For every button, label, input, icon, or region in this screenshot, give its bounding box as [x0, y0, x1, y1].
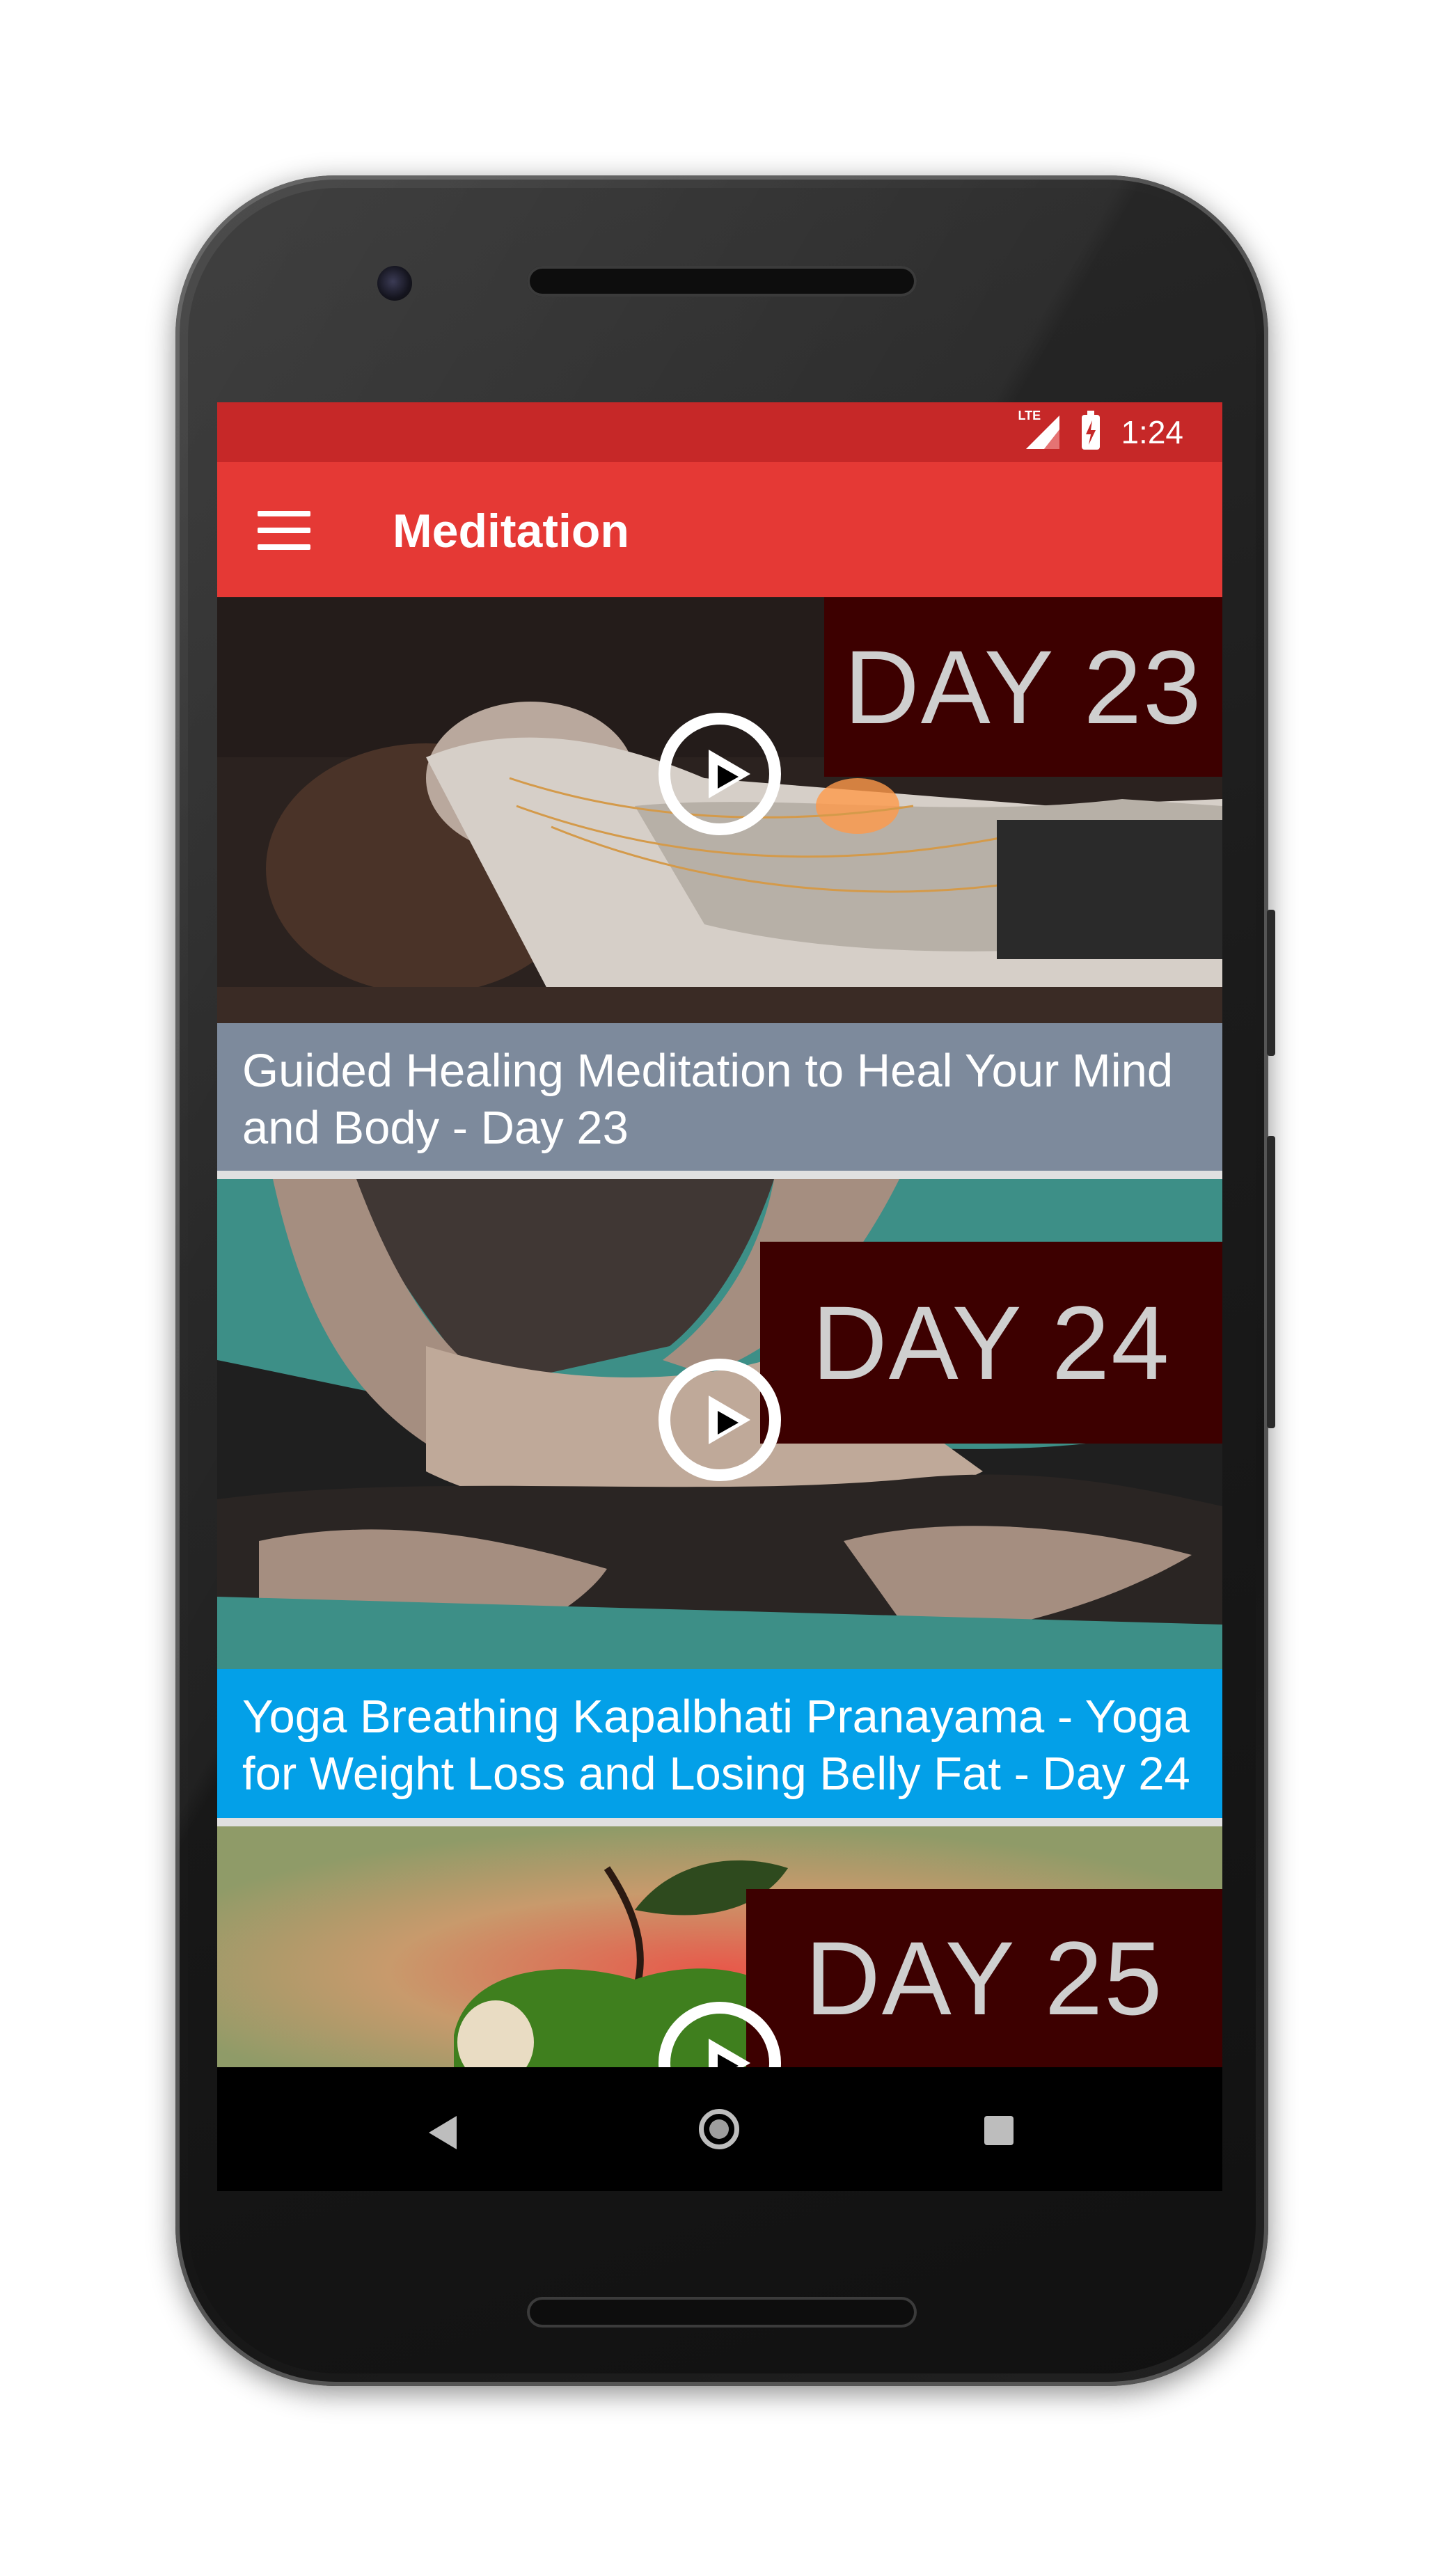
bottom-speaker: [527, 2297, 917, 2328]
page-title: Meditation: [393, 505, 629, 558]
home-icon[interactable]: [699, 2109, 739, 2149]
video-thumbnail[interactable]: DAY 24: [217, 1179, 1222, 1669]
video-list: DAY 23 Guided Healing Meditation to Heal…: [217, 597, 1222, 2067]
video-card[interactable]: DAY 23 Guided Healing Meditation to Heal…: [217, 597, 1222, 1179]
back-icon[interactable]: [429, 2116, 457, 2149]
volume-button: [1267, 910, 1275, 1056]
video-title: Yoga Breathing Kapalbhati Pranayama - Yo…: [242, 1691, 1190, 1800]
video-title-bar[interactable]: Guided Healing Meditation to Heal Your M…: [217, 1023, 1222, 1171]
recent-apps-icon[interactable]: [984, 2116, 1014, 2145]
video-title-bar[interactable]: Yoga Breathing Kapalbhati Pranayama - Yo…: [217, 1669, 1222, 1818]
day-badge: DAY 23: [824, 597, 1222, 777]
app-bar: Meditation: [217, 462, 1222, 597]
video-card[interactable]: DAY 25: [217, 1826, 1222, 2067]
video-thumbnail[interactable]: DAY 25: [217, 1826, 1222, 2067]
status-time: 1:24: [1121, 414, 1183, 450]
video-card[interactable]: DAY 24 Yoga Breathing Kapalbhati Pranaya…: [217, 1179, 1222, 1826]
power-button: [1267, 1136, 1275, 1428]
menu-icon[interactable]: [258, 511, 310, 550]
day-badge: DAY 25: [746, 1889, 1222, 2067]
top-speaker: [527, 266, 917, 297]
battery-charging-icon: [1082, 411, 1101, 450]
status-bar: LTE 1:24: [217, 402, 1222, 462]
video-title: Guided Healing Meditation to Heal Your M…: [242, 1045, 1174, 1154]
play-icon[interactable]: [659, 1359, 781, 1481]
screen: LTE 1:24 Meditation DAY 23 Guided Healin…: [217, 402, 1222, 2191]
day-badge: DAY 24: [760, 1242, 1222, 1444]
lte-signal-icon: LTE: [1018, 409, 1060, 450]
navigation-bar: [217, 2067, 1222, 2191]
network-type-label: LTE: [1018, 409, 1041, 422]
front-camera: [377, 266, 412, 301]
video-thumbnail[interactable]: DAY 23: [217, 597, 1222, 1023]
play-icon[interactable]: [659, 713, 781, 835]
